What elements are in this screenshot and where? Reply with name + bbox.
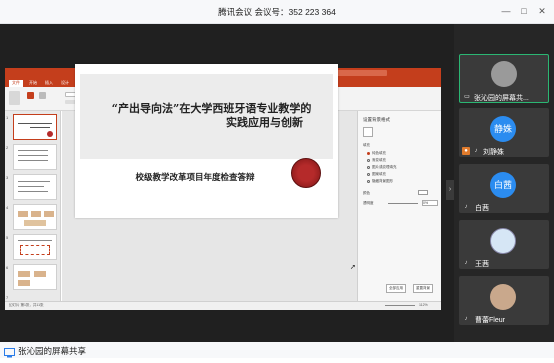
share-status-bar: 张沁园的屏幕共享: [0, 342, 554, 358]
slide-thumbnail-pane: 1 2 3 4 5 6 7: [5, 111, 61, 301]
participant-name: 张沁园的屏幕共...: [474, 95, 529, 102]
option-gradient-fill[interactable]: 渐变填充: [367, 158, 386, 163]
slide-subtitle: 校级教学改革项目年度检查答辩: [135, 173, 255, 183]
university-seal-logo: [291, 158, 321, 188]
option-picture-fill[interactable]: 图片或纹理填充: [367, 165, 397, 170]
avatar: [491, 61, 517, 87]
host-icon: ●: [462, 147, 470, 155]
slide-counter: 幻灯片 第1张，共11张: [9, 303, 44, 307]
participant-name: 曹蕾Fleur: [475, 317, 505, 324]
ppt-statusbar: 幻灯片 第1张，共11张 112%: [5, 301, 441, 310]
paste-icon[interactable]: [9, 91, 20, 105]
layout-icon[interactable]: [39, 92, 46, 99]
transparency-label: 透明度: [363, 201, 374, 205]
screen-share-icon: ▭: [464, 94, 470, 100]
mic-muted-icon: ♪: [464, 260, 468, 266]
slide-thumb[interactable]: [13, 234, 57, 260]
apply-all-button[interactable]: 全部应用: [386, 284, 406, 293]
reset-bg-button[interactable]: 重置背景: [413, 284, 433, 293]
slide-thumb[interactable]: [13, 204, 57, 230]
collapse-sidebar-button[interactable]: ›: [446, 180, 454, 200]
avatar: [490, 284, 516, 310]
screen-share-icon: [4, 345, 15, 358]
format-background-pane: 设置背景格式 填充 纯色填充 渐变填充 图片或纹理填充 图案填充 隐藏背景图形 …: [357, 111, 441, 301]
format-pane-title: 设置背景格式: [363, 117, 390, 122]
slide-thumb[interactable]: [13, 144, 57, 170]
tab-file[interactable]: 文件: [9, 80, 23, 87]
thumb-number: 3: [6, 175, 9, 180]
window-titlebar: 腾讯会议 会议号：352 223 364 — □ ✕: [0, 0, 554, 24]
tab-home[interactable]: 开始: [29, 80, 37, 86]
participant-tile[interactable]: ♪ 王茜: [459, 220, 549, 269]
mic-muted-icon: ♪: [464, 204, 468, 210]
transparency-value[interactable]: 0%: [422, 200, 438, 206]
fill-icon[interactable]: [363, 127, 373, 137]
close-button[interactable]: ✕: [536, 5, 548, 17]
current-slide[interactable]: “产出导向法”在大学西班牙语专业教学的 实践应用与创新 校级教学改革项目年度检查…: [75, 64, 338, 218]
zoom-level[interactable]: 112%: [419, 303, 428, 307]
participant-name: 王茜: [475, 261, 489, 268]
thumb-number: 1: [6, 115, 9, 120]
transparency-slider[interactable]: [388, 203, 418, 204]
tab-insert[interactable]: 插入: [45, 80, 53, 86]
thumb-number: 6: [6, 265, 9, 270]
participant-tile[interactable]: ▭ 张沁园的屏幕共...: [459, 54, 549, 103]
participant-tile[interactable]: 静姝 ● ♪ 刘静姝: [459, 108, 549, 157]
share-label: 张沁园的屏幕共享: [18, 346, 87, 356]
maximize-button[interactable]: □: [518, 5, 530, 17]
color-label: 颜色: [363, 191, 370, 195]
thumb-number: 4: [6, 205, 9, 210]
thumb-number: 5: [6, 235, 9, 240]
slide-thumb[interactable]: [13, 114, 57, 140]
option-hide-bg[interactable]: 隐藏背景图形: [367, 179, 393, 184]
slide-thumb[interactable]: [13, 174, 57, 200]
color-picker[interactable]: [418, 190, 428, 195]
thumb-number: 2: [6, 145, 9, 150]
avatar: 白茜: [490, 172, 516, 198]
participant-name: 刘静姝: [483, 149, 504, 156]
tab-design[interactable]: 设计: [61, 80, 69, 86]
minimize-button[interactable]: —: [500, 5, 512, 17]
new-slide-icon[interactable]: [27, 92, 34, 99]
avatar: 静姝: [490, 116, 516, 142]
option-pattern-fill[interactable]: 图案填充: [367, 172, 386, 177]
slide-title-line2: 实践应用与创新: [226, 116, 303, 129]
mouse-cursor-icon: ➚: [350, 264, 356, 271]
participant-tile[interactable]: ♪ 曹蕾Fleur: [459, 276, 549, 325]
zoom-slider[interactable]: [385, 305, 415, 306]
avatar: [490, 228, 516, 254]
fill-section-label: 填充: [363, 143, 370, 147]
slide-thumb[interactable]: [13, 264, 57, 290]
participant-tile[interactable]: 白茜 ♪ 白茜: [459, 164, 549, 213]
mic-muted-icon: ♪: [464, 316, 468, 322]
participant-name: 白茜: [475, 205, 489, 212]
option-solid-fill[interactable]: 纯色填充: [367, 151, 386, 156]
window-title: 腾讯会议 会议号：352 223 364: [218, 7, 336, 17]
mic-muted-icon: ♪: [474, 148, 478, 154]
thumb-number: 7: [6, 295, 9, 300]
